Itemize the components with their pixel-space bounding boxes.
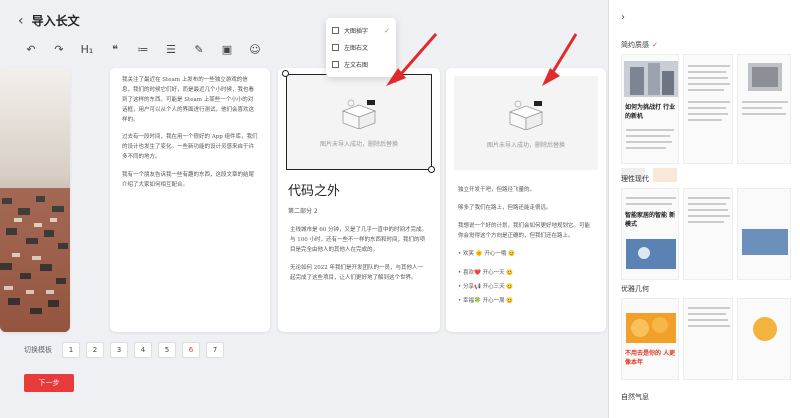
app-window: ‹ 导入长文 ↶ ↷ H₁ ❝ ≔ ☰ ✎ ▣ ☺ 大图插字 ✓ 左图右文左文右图 — [0, 0, 800, 418]
architecture-photo — [0, 68, 70, 332]
undo-icon[interactable]: ↶ — [24, 42, 38, 56]
next-step-button[interactable]: 下一步 — [24, 374, 74, 392]
layout-option-label: 左图右文 — [344, 45, 369, 52]
list-item: • 喜欢❤️ 开心一天 😊 — [458, 269, 594, 279]
template-label: 简约质感 ✓ — [621, 40, 793, 50]
list-item: • 幸福🍀 开心一周 😊 — [458, 297, 594, 307]
page-header: ‹ 导入长文 — [18, 12, 80, 29]
paragraph: 我有一个朋友告诉我一些有趣的东西，这段文章的结尾介绍了大家如何相互配合。 — [122, 172, 255, 189]
resize-handle[interactable] — [282, 70, 289, 77]
paragraph: 独立开发干吧，但路径飞量的。 — [458, 187, 536, 193]
resize-handle[interactable] — [428, 166, 435, 173]
section-subtitle: 第二部分 2 — [288, 208, 318, 215]
placeholder-caption: 图片未导入成功，删除后替换 — [486, 141, 565, 149]
template-preview-page — [621, 298, 679, 380]
image-placeholder[interactable]: 图片未导入成功，删除后替换 — [454, 76, 598, 170]
back-arrow-icon[interactable]: ‹ — [18, 13, 24, 29]
template-preview-page — [683, 298, 733, 380]
card-text: 独立开发干吧，但路径飞量的。 够多了我们在路上，但路还能走很远。 我想说一个好的… — [446, 178, 606, 319]
template-preview-page — [621, 188, 679, 280]
template-sidebar: › 简约质感 ✓ 如何为挑战打 行业的新机 理性现代 智能家居的智能 新模式 优… — [608, 0, 800, 418]
template-label: 理性现代 — [621, 175, 649, 183]
layout-option-label: 大图插字 — [344, 28, 369, 35]
template-preview-heading: 智能家居的智能 新模式 — [625, 212, 676, 228]
unordered-list-icon[interactable]: ☰ — [164, 42, 178, 56]
list-item-text: 分享📢 开心三天 😊 — [463, 284, 514, 291]
highlight-icon[interactable]: ✎ — [192, 42, 206, 56]
redo-icon[interactable]: ↷ — [52, 42, 66, 56]
image-card[interactable] — [0, 68, 70, 332]
paragraph: 主线城市是 60 分钟，又是了几乎一直中的时间才完成。与 100 小时，还有一些… — [290, 227, 427, 253]
template-label: 优雅几何 — [621, 285, 649, 293]
template-preview-page — [737, 54, 791, 164]
list-item-text: 幸福🍀 开心一周 😊 — [463, 298, 514, 305]
list-item: • 欢笑 🌞 开心一哦 😊 — [458, 250, 594, 260]
card-text: 主线城市是 60 分钟，又是了几乎一直中的时间才完成。与 100 小时，还有一些… — [278, 218, 440, 299]
page-button[interactable]: 7 — [206, 342, 224, 358]
paragraph: 过去有一段时间，我在用一个很好的 App 组件库，我们的设计也发生了变化。一些新… — [122, 134, 258, 161]
list-item-text: 喜欢❤️ 开心一天 😊 — [463, 270, 514, 277]
selection-frame[interactable] — [286, 74, 432, 170]
section-heading: 代码之外 — [288, 184, 341, 199]
layout-option-label: 左文右图 — [344, 62, 369, 69]
list-card[interactable]: 图片未导入成功，删除后替换 独立开发干吧，但路径飞量的。 够多了我们在路上，但路… — [446, 68, 606, 332]
list-item-text: 欢笑 🌞 开心一哦 😊 — [463, 250, 515, 257]
template-preview-page — [737, 188, 791, 280]
paragraph: 够多了我们在路上，但路还能走很远。 — [458, 204, 552, 211]
page-button[interactable]: 6 — [182, 342, 200, 358]
layout-option[interactable]: 大图插字 ✓ — [326, 22, 396, 39]
template-card[interactable]: 优雅几何 不用去是你的 人更像本年 — [621, 284, 793, 380]
template-card[interactable]: 理性现代 智能家居的智能 新模式 — [621, 174, 793, 280]
page-title: 导入长文 — [31, 14, 80, 28]
template-pagination: 切换模板 1234567 — [24, 342, 224, 358]
template-card[interactable]: 简约质感 ✓ 如何为挑战打 行业的新机 — [621, 40, 793, 182]
paragraph: 我关注了最近在 Steam 上发布的一些独立游戏的信息，我们的时候它们好，而是最… — [122, 77, 255, 123]
template-preview-heading: 如何为挑战打 行业的新机 — [625, 104, 676, 120]
layout-dropdown[interactable]: 大图插字 ✓ 左图右文左文右图 — [326, 18, 396, 77]
heading-icon[interactable]: H₁ — [80, 42, 94, 56]
layout-option-icon — [332, 44, 339, 51]
page-button[interactable]: 5 — [158, 342, 176, 358]
page-button[interactable]: 4 — [134, 342, 152, 358]
layout-option-icon — [332, 27, 339, 34]
template-preview-heading: 不用去是你的 人更像本年 — [625, 350, 676, 366]
template-preview-page — [683, 54, 733, 164]
paragraph: 无论如何 2022 年我们是开发团队的一员，与其他人一起完成了这些项目，让人们更… — [290, 264, 423, 281]
template-preview-page — [683, 188, 733, 280]
list-item: • 分享📢 开心三天 😊 — [458, 283, 594, 293]
page-button[interactable]: 2 — [86, 342, 104, 358]
text-card[interactable]: 我关注了最近在 Steam 上发布的一些独立游戏的信息，我们的时候它们好，而是最… — [110, 68, 270, 332]
paragraph: 我想说一个好的计划，我们会如何更好地规划它。可能你会觉得这个方向是正确的，但我们… — [458, 222, 591, 239]
layout-option[interactable]: 左图右文 — [326, 39, 396, 56]
template-card[interactable]: 自然气息 — [621, 392, 793, 406]
page-button[interactable]: 1 — [62, 342, 80, 358]
layout-option[interactable]: 左文右图 — [326, 56, 396, 73]
image-icon[interactable]: ▣ — [220, 42, 234, 56]
template-preview-page — [737, 298, 791, 380]
template-name: 简约质感 — [621, 41, 649, 49]
selected-check-icon: ✓ — [652, 41, 658, 49]
page-button[interactable]: 3 — [110, 342, 128, 358]
template-label: 自然气息 — [621, 393, 649, 401]
card-text: 我关注了最近在 Steam 上发布的一些独立游戏的信息，我们的时候它们好，而是最… — [110, 68, 270, 207]
bullet-list: • 欢笑 🌞 开心一哦 😊 • 喜欢❤️ 开心一天 😊 • 分享📢 开心三天 😊 • … — [458, 250, 594, 308]
quote-icon[interactable]: ❝ — [108, 42, 122, 56]
box-illustration-icon — [504, 98, 548, 134]
emoji-icon[interactable]: ☺ — [248, 42, 262, 56]
layout-option-icon — [332, 61, 339, 68]
check-icon: ✓ — [384, 26, 390, 35]
ordered-list-icon[interactable]: ≔ — [136, 42, 150, 56]
selected-card[interactable]: 图片未导入成功，删除后替换 代码之外 第二部分 2 主线城市是 60 分钟，又是… — [278, 68, 440, 332]
chevron-right-icon[interactable]: › — [621, 12, 625, 23]
pagination-label: 切换模板 — [24, 346, 52, 354]
editor-toolbar: ↶ ↷ H₁ ❝ ≔ ☰ ✎ ▣ ☺ — [24, 42, 262, 56]
